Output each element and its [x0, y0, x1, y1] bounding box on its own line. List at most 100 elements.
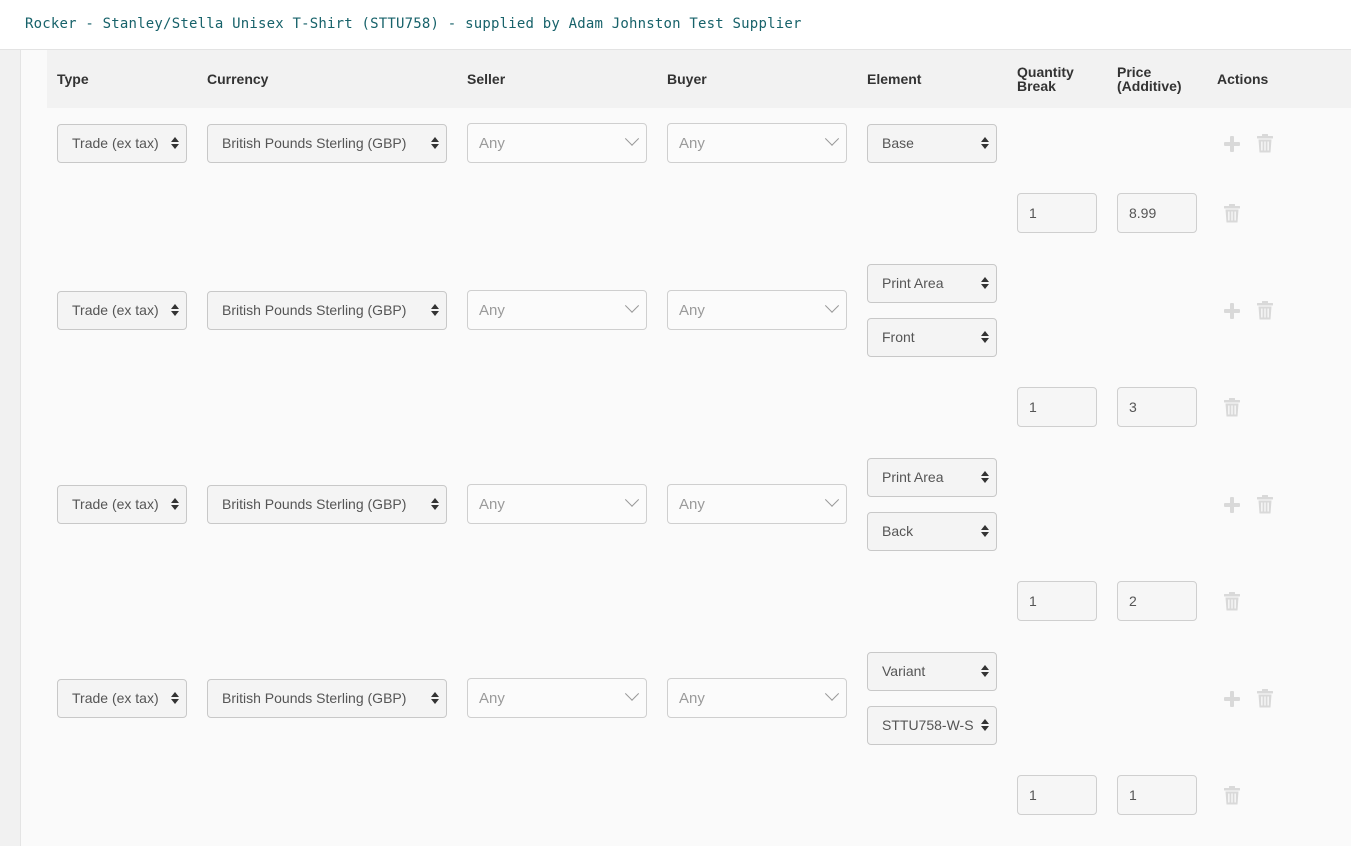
- column-quantity-break-line2: Break: [1017, 78, 1056, 94]
- pricing-panel: [21, 50, 1351, 846]
- currency-select[interactable]: British Pounds Sterling (GBP): [207, 124, 447, 163]
- quantity-break-input[interactable]: 1: [1017, 193, 1097, 233]
- buyer-select[interactable]: Any: [667, 290, 847, 330]
- seller-select-value: Any: [479, 135, 505, 152]
- column-quantity-break-line1: Quantity: [1017, 64, 1074, 80]
- chevron-down-icon: [624, 298, 640, 313]
- select-arrows-icon: [170, 302, 180, 318]
- buyer-select-value: Any: [679, 135, 705, 152]
- trash-icon[interactable]: [1257, 134, 1273, 153]
- currency-select[interactable]: British Pounds Sterling (GBP): [207, 679, 447, 718]
- trash-icon[interactable]: [1257, 689, 1273, 708]
- type-select-value: Trade (ex tax): [72, 690, 159, 706]
- chevron-down-icon: [824, 131, 840, 146]
- type-select-value: Trade (ex tax): [72, 302, 159, 318]
- currency-select-value: British Pounds Sterling (GBP): [222, 135, 407, 151]
- column-seller: Seller: [467, 71, 506, 87]
- column-element: Element: [867, 71, 922, 87]
- select-arrows-icon: [430, 690, 440, 706]
- select-arrows-icon: [980, 275, 990, 291]
- currency-select-value: British Pounds Sterling (GBP): [222, 302, 407, 318]
- select-arrows-icon: [430, 496, 440, 512]
- element-select-value: Print Area: [882, 275, 944, 291]
- element-value-select-value: Front: [882, 329, 915, 345]
- select-arrows-icon: [430, 135, 440, 151]
- type-select-value: Trade (ex tax): [72, 135, 159, 151]
- select-arrows-icon: [170, 496, 180, 512]
- page-header: Rocker - Stanley/Stella Unisex T-Shirt (…: [0, 0, 1351, 50]
- trash-icon[interactable]: [1224, 786, 1240, 805]
- column-price: Price (Additive): [1117, 65, 1182, 93]
- chevron-down-icon: [624, 131, 640, 146]
- seller-select-value: Any: [479, 302, 505, 319]
- trash-icon[interactable]: [1224, 398, 1240, 417]
- column-price-line1: Price: [1117, 64, 1152, 80]
- plus-icon[interactable]: [1224, 136, 1240, 152]
- price-input[interactable]: 3: [1117, 387, 1197, 427]
- select-arrows-icon: [980, 663, 990, 679]
- plus-icon[interactable]: [1224, 303, 1240, 319]
- type-select[interactable]: Trade (ex tax): [57, 679, 187, 718]
- seller-select[interactable]: Any: [467, 123, 647, 163]
- select-arrows-icon: [170, 690, 180, 706]
- select-arrows-icon: [170, 135, 180, 151]
- column-actions: Actions: [1217, 71, 1269, 87]
- trash-icon[interactable]: [1224, 592, 1240, 611]
- left-rail: [0, 50, 21, 846]
- quantity-break-input[interactable]: 1: [1017, 581, 1097, 621]
- seller-select[interactable]: Any: [467, 678, 647, 718]
- element-value-select[interactable]: STTU758-W-S: [867, 706, 997, 745]
- currency-select[interactable]: British Pounds Sterling (GBP): [207, 291, 447, 330]
- select-arrows-icon: [980, 523, 990, 539]
- page-title: Rocker - Stanley/Stella Unisex T-Shirt (…: [25, 16, 802, 32]
- type-select[interactable]: Trade (ex tax): [57, 485, 187, 524]
- element-value-select[interactable]: Front: [867, 318, 997, 357]
- type-select[interactable]: Trade (ex tax): [57, 291, 187, 330]
- select-arrows-icon: [430, 302, 440, 318]
- chevron-down-icon: [624, 686, 640, 701]
- trash-icon[interactable]: [1257, 301, 1273, 320]
- element-select[interactable]: Base: [867, 124, 997, 163]
- element-value-select-value: Back: [882, 523, 914, 539]
- buyer-select[interactable]: Any: [667, 123, 847, 163]
- quantity-break-input[interactable]: 1: [1017, 387, 1097, 427]
- element-select-value: Base: [882, 135, 914, 151]
- element-select[interactable]: Print Area: [867, 264, 997, 303]
- chevron-down-icon: [824, 298, 840, 313]
- column-quantity-break: Quantity Break: [1017, 65, 1074, 93]
- element-select[interactable]: Variant: [867, 652, 997, 691]
- quantity-break-input[interactable]: 1: [1017, 775, 1097, 815]
- chevron-down-icon: [824, 686, 840, 701]
- seller-select[interactable]: Any: [467, 290, 647, 330]
- select-arrows-icon: [980, 469, 990, 485]
- chevron-down-icon: [624, 492, 640, 507]
- buyer-select-value: Any: [679, 496, 705, 513]
- type-select[interactable]: Trade (ex tax): [57, 124, 187, 163]
- buyer-select[interactable]: Any: [667, 484, 847, 524]
- price-input[interactable]: 8.99: [1117, 193, 1197, 233]
- select-arrows-icon: [980, 329, 990, 345]
- type-select-value: Trade (ex tax): [72, 496, 159, 512]
- column-buyer: Buyer: [667, 71, 707, 87]
- select-arrows-icon: [980, 717, 990, 733]
- trash-icon[interactable]: [1224, 204, 1240, 223]
- element-select-value: Variant: [882, 663, 926, 679]
- buyer-select-value: Any: [679, 690, 705, 707]
- buyer-select[interactable]: Any: [667, 678, 847, 718]
- column-price-line2: (Additive): [1117, 78, 1182, 94]
- element-select-value: Print Area: [882, 469, 944, 485]
- price-input[interactable]: 2: [1117, 581, 1197, 621]
- column-type: Type: [57, 71, 89, 87]
- currency-select-value: British Pounds Sterling (GBP): [222, 690, 407, 706]
- trash-icon[interactable]: [1257, 495, 1273, 514]
- currency-select-value: British Pounds Sterling (GBP): [222, 496, 407, 512]
- table-header: Type Currency Seller Buyer Element Quant…: [47, 50, 1351, 108]
- price-input[interactable]: 1: [1117, 775, 1197, 815]
- currency-select[interactable]: British Pounds Sterling (GBP): [207, 485, 447, 524]
- plus-icon[interactable]: [1224, 691, 1240, 707]
- buyer-select-value: Any: [679, 302, 705, 319]
- element-select[interactable]: Print Area: [867, 458, 997, 497]
- element-value-select[interactable]: Back: [867, 512, 997, 551]
- seller-select[interactable]: Any: [467, 484, 647, 524]
- plus-icon[interactable]: [1224, 497, 1240, 513]
